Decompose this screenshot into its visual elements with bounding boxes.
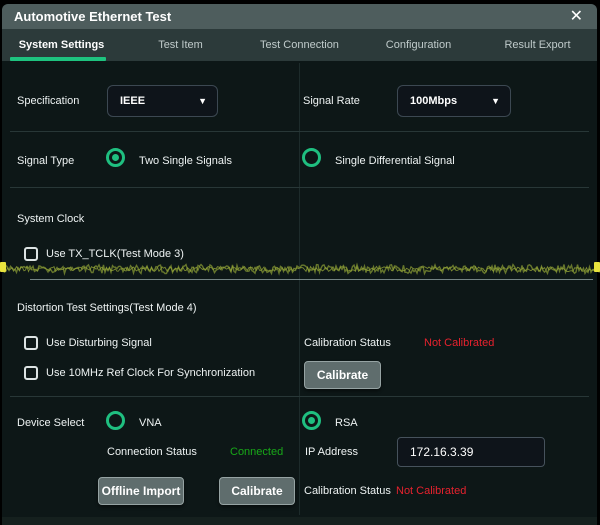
device-select-label: Device Select	[17, 417, 84, 430]
device-calibration-status-label: Calibration Status	[304, 485, 391, 498]
tab-test-item[interactable]: Test Item	[121, 29, 240, 61]
chevron-down-icon: ▼	[491, 97, 500, 106]
system-clock-title: System Clock	[17, 213, 84, 226]
connection-status-value: Connected	[230, 446, 283, 459]
use-tx-tclk-checkbox[interactable]	[24, 247, 38, 261]
tab-label: Configuration	[386, 39, 451, 51]
radio-two-single-signals-label: Two Single Signals	[139, 155, 232, 168]
radio-rsa-label: RSA	[335, 417, 358, 430]
section-divider	[10, 396, 589, 397]
tab-bar: System Settings Test Item Test Connectio…	[2, 29, 597, 61]
tab-configuration[interactable]: Configuration	[359, 29, 478, 61]
radio-single-differential-signal-label: Single Differential Signal	[335, 155, 455, 168]
distortion-calibration-status-label: Calibration Status	[304, 337, 391, 350]
use-disturbing-signal-checkbox[interactable]	[24, 336, 38, 350]
ip-address-input[interactable]	[397, 437, 545, 467]
distortion-calibrate-button[interactable]: Calibrate	[304, 361, 381, 389]
chevron-down-icon: ▼	[198, 97, 207, 106]
section-divider	[10, 187, 589, 188]
dialog-title: Automotive Ethernet Test	[14, 9, 171, 24]
tab-label: System Settings	[19, 39, 105, 51]
tab-label: Test Connection	[260, 39, 339, 51]
dialog-titlebar[interactable]: Automotive Ethernet Test ✕	[2, 4, 597, 29]
tab-system-settings[interactable]: System Settings	[2, 29, 121, 61]
radio-vna[interactable]	[106, 411, 125, 430]
connection-status-label: Connection Status	[107, 446, 197, 459]
radio-vna-label: VNA	[139, 417, 162, 430]
signal-rate-value: 100Mbps	[410, 95, 457, 107]
use-disturbing-signal-label: Use Disturbing Signal	[46, 337, 152, 350]
signal-rate-dropdown[interactable]: 100Mbps ▼	[397, 85, 511, 117]
ip-address-label: IP Address	[305, 446, 358, 459]
tab-result-export[interactable]: Result Export	[478, 29, 597, 61]
use-10mhz-refclock-checkbox[interactable]	[24, 366, 38, 380]
specification-label: Specification	[17, 95, 79, 108]
tab-test-connection[interactable]: Test Connection	[240, 29, 359, 61]
waveform-trace	[0, 260, 600, 278]
distortion-title: Distortion Test Settings(Test Mode 4)	[17, 302, 197, 315]
radio-two-single-signals[interactable]	[106, 148, 125, 167]
use-10mhz-refclock-label: Use 10MHz Ref Clock For Synchronization	[46, 367, 255, 380]
section-divider	[10, 131, 589, 132]
tab-label: Result Export	[504, 39, 570, 51]
radio-single-differential-signal[interactable]	[302, 148, 321, 167]
trigger-marker-right	[594, 262, 600, 272]
dialog-body: Specification IEEE ▼ Signal Rate 100Mbps…	[2, 61, 597, 517]
specification-dropdown[interactable]: IEEE ▼	[107, 85, 218, 117]
device-calibration-status-value: Not Calibrated	[396, 485, 466, 498]
screen-bottom-strip	[2, 517, 597, 525]
distortion-calibration-status-value: Not Calibrated	[424, 337, 494, 350]
tab-label: Test Item	[158, 39, 203, 51]
trigger-marker-left	[0, 262, 6, 272]
device-calibrate-button[interactable]: Calibrate	[219, 477, 295, 505]
specification-value: IEEE	[120, 95, 145, 107]
offline-import-button[interactable]: Offline Import	[98, 477, 184, 505]
graticule-baseline	[30, 279, 593, 280]
radio-rsa[interactable]	[302, 411, 321, 430]
close-icon[interactable]: ✕	[570, 9, 583, 25]
oscilloscope-screen: Automotive Ethernet Test ✕ System Settin…	[0, 0, 600, 525]
signal-rate-label: Signal Rate	[303, 95, 360, 108]
signal-type-label: Signal Type	[17, 155, 74, 168]
